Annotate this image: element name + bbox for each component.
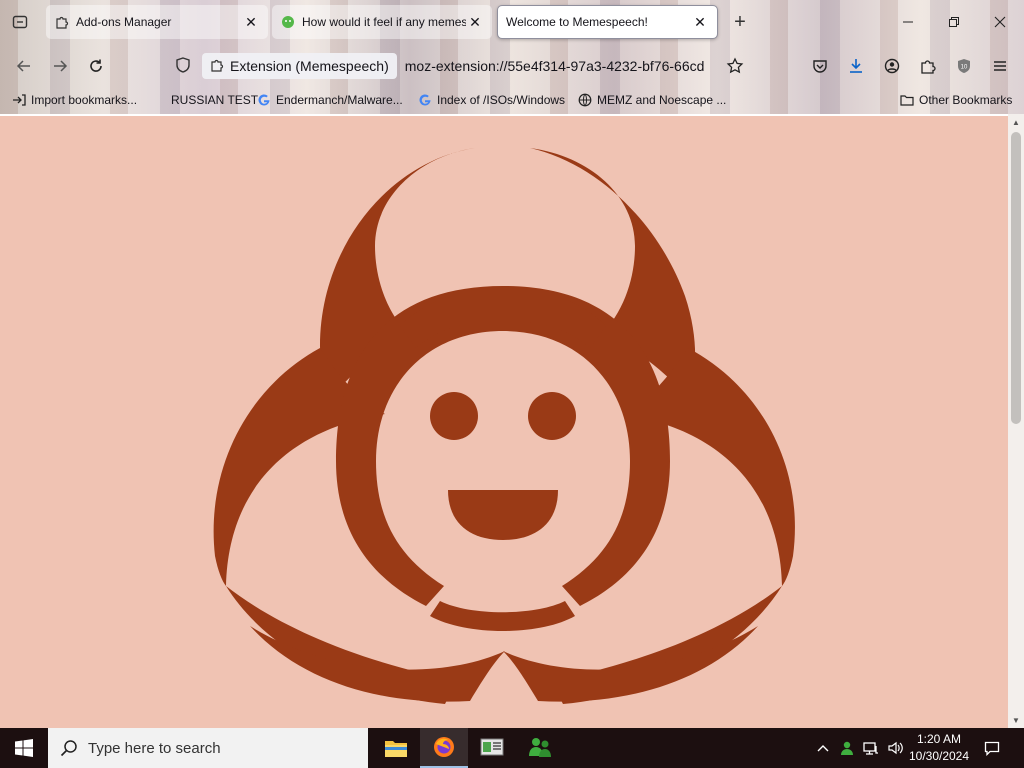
restore-button[interactable]	[936, 8, 972, 36]
other-bookmarks[interactable]: Other Bookmarks	[900, 91, 1012, 109]
messenger-icon[interactable]	[516, 728, 564, 768]
pocket-icon[interactable]	[806, 52, 834, 80]
start-button[interactable]	[0, 728, 48, 768]
tab-welcome-memespeech[interactable]: Welcome to Memespeech! ✕	[497, 5, 718, 39]
downloads-icon[interactable]	[842, 52, 870, 80]
taskbar-search-box[interactable]: Type here to search	[48, 728, 368, 768]
browser-chrome: Add-ons Manager ✕ How would it feel if a…	[0, 0, 1024, 114]
scroll-up-icon[interactable]: ▲	[1008, 114, 1024, 130]
smiley-right-eye	[528, 392, 576, 440]
ublock-shield-icon[interactable]: 10	[950, 52, 978, 80]
new-tab-button[interactable]: +	[722, 8, 758, 36]
windows-taskbar: Type here to search 1:20 AM 10/30/2024	[0, 728, 1024, 768]
tab-label: How would it feel if any memes	[302, 15, 466, 29]
biohazard-ring-bottom	[430, 601, 575, 631]
search-icon	[60, 739, 78, 757]
bookmark-star-icon[interactable]	[726, 57, 744, 78]
tab-addons-manager[interactable]: Add-ons Manager ✕	[46, 5, 268, 39]
navigation-toolbar: Extension (Memespeech) moz-extension://5…	[0, 46, 1024, 86]
page-content	[0, 114, 1008, 728]
bookmark-label: MEMZ and Noescape ...	[597, 93, 727, 107]
forward-icon[interactable]	[46, 52, 74, 80]
tab-memes[interactable]: How would it feel if any memes ✕	[272, 5, 492, 39]
biohazard-ring	[336, 286, 670, 606]
user-tray-icon[interactable]	[836, 728, 858, 768]
puzzle-icon	[54, 14, 70, 30]
tab-bar: Add-ons Manager ✕ How would it feel if a…	[0, 0, 1024, 44]
bookmark-label: Index of /ISOs/Windows	[437, 93, 566, 107]
task-manager-icon[interactable]	[468, 728, 516, 768]
search-placeholder: Type here to search	[88, 739, 221, 757]
bookmark-russian-test[interactable]: RUSSIAN TEST	[171, 91, 258, 109]
firefox-icon[interactable]	[420, 728, 468, 768]
globe-icon	[578, 93, 592, 107]
extensions-icon[interactable]	[914, 52, 942, 80]
windows-logo-icon	[15, 739, 33, 757]
account-icon[interactable]	[878, 52, 906, 80]
clock-date: 10/30/2024	[908, 749, 970, 763]
svg-text:10: 10	[961, 65, 968, 71]
file-explorer-icon[interactable]	[372, 728, 420, 768]
bookmark-label: Import bookmarks...	[31, 93, 138, 107]
network-icon[interactable]	[860, 728, 882, 768]
bookmark-label: Endermanch/Malware...	[276, 93, 403, 107]
tracking-shield-icon[interactable]	[174, 56, 192, 77]
clock-time: 1:20 AM	[916, 732, 962, 746]
identity-label: Extension (Memespeech)	[230, 58, 389, 74]
bookmark-import[interactable]: Import bookmarks...	[12, 91, 137, 109]
bookmark-iso-index[interactable]: Index of /ISOs/Windows	[418, 91, 565, 109]
address-bar[interactable]: Extension (Memespeech) moz-extension://5…	[174, 50, 748, 82]
show-hidden-icons-icon[interactable]	[812, 728, 834, 768]
close-tab-icon[interactable]: ✕	[242, 13, 260, 31]
tab-label: Add-ons Manager	[76, 15, 172, 29]
firefox-view-icon[interactable]	[6, 8, 34, 36]
smiley-left-eye	[430, 392, 478, 440]
bookmarks-toolbar: Import bookmarks... RUSSIAN TEST Enderma…	[0, 88, 1024, 112]
scrollbar-thumb[interactable]	[1011, 132, 1021, 424]
bookmark-label: RUSSIAN TEST	[171, 93, 259, 107]
bookmark-endermanch[interactable]: Endermanch/Malware...	[257, 91, 403, 109]
close-tab-icon[interactable]: ✕	[691, 13, 709, 31]
tab-label: Welcome to Memespeech!	[506, 15, 648, 29]
google-icon	[418, 93, 432, 107]
puzzle-icon	[210, 58, 224, 75]
identity-badge[interactable]: Extension (Memespeech)	[202, 53, 397, 79]
system-clock[interactable]: 1:20 AM 10/30/2024	[900, 731, 978, 765]
notifications-icon[interactable]	[980, 728, 1004, 768]
biohazard-smiley-icon	[213, 148, 795, 704]
meme-favicon	[280, 14, 296, 30]
page-scrollbar[interactable]: ▲ ▼	[1008, 114, 1024, 728]
close-window-button[interactable]	[982, 8, 1018, 36]
scroll-down-icon[interactable]: ▼	[1008, 712, 1024, 728]
google-icon	[257, 93, 271, 107]
smiley-mouth	[448, 490, 558, 540]
menu-icon[interactable]	[986, 52, 1014, 80]
minimize-button[interactable]	[890, 8, 926, 36]
bookmark-memz[interactable]: MEMZ and Noescape ...	[578, 91, 726, 109]
close-tab-icon[interactable]: ✕	[466, 13, 484, 31]
url-text[interactable]: moz-extension://55e4f314-97a3-4232-bf76-…	[405, 58, 715, 74]
reload-icon[interactable]	[82, 52, 110, 80]
import-icon	[12, 93, 26, 107]
back-icon[interactable]	[10, 52, 38, 80]
other-bookmarks-label: Other Bookmarks	[919, 93, 1013, 107]
folder-icon	[900, 93, 914, 107]
